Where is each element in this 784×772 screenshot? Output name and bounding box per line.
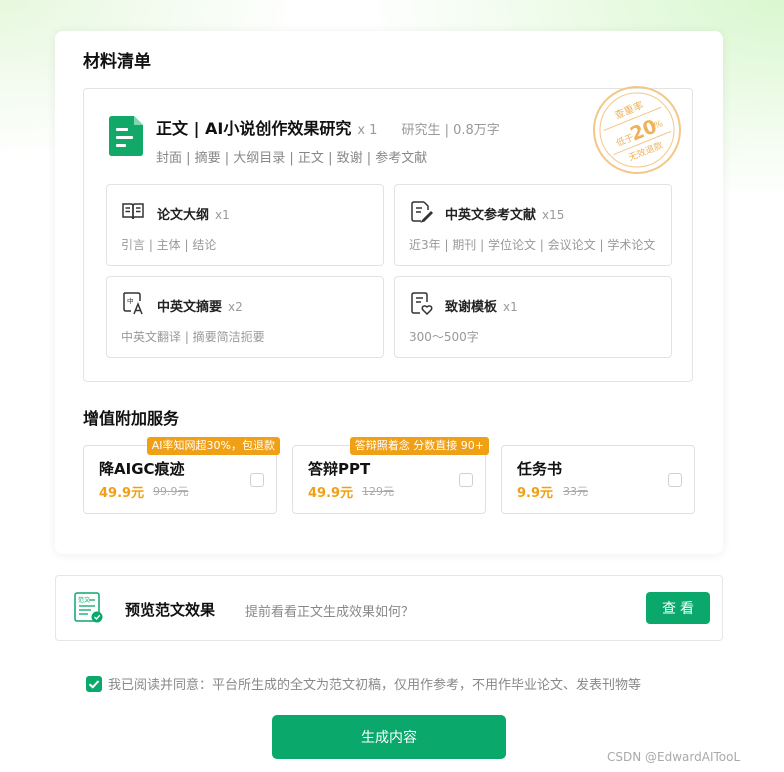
preview-title: 预览范文效果 [125,601,216,619]
addon-original-price: 99.9元 [153,485,189,498]
main-item-line: 正文 | AI小说创作效果研究 x 1 研究生 | 0.8万字 [156,115,500,139]
agreement-checkbox[interactable] [86,675,102,692]
material-card-count: x1 [215,208,230,222]
view-sample-button[interactable]: 查看 [646,592,710,624]
material-card-desc: 中英文翻译 | 摘要简洁扼要 [121,330,265,344]
preview-sample-bar: 范文 预览范文效果 提前看看正文生成效果如何？ 查看 [55,575,723,641]
preview-description: 提前看看正文生成效果如何？ [245,605,415,620]
material-card-desc: 引言 | 主体 | 结论 [121,238,217,252]
addon-badge: AI率知网超30%，包退款 [146,437,280,455]
agreement-text: 我已阅读并同意：平台所生成的全文为范文初稿，仅用作参考，不用作毕业论文、发表刊物… [108,678,642,693]
materials-title: 材料清单 [83,52,151,72]
agreement-row[interactable]: 我已阅读并同意：平台所生成的全文为范文初稿，仅用作参考，不用作毕业论文、发表刊物… [86,673,641,693]
addon-price: 9.9元 [517,486,554,501]
material-card-desc: 近3年 | 期刊 | 学位论文 | 会议论文 | 学术论文 [409,238,656,252]
material-card-desc: 300～500字 [409,330,479,344]
check-icon [88,679,100,689]
document-heart-icon [411,292,433,315]
document-icon [109,116,143,156]
document-edit-icon [411,201,433,223]
svg-text:中: 中 [127,296,134,305]
translate-icon: 中 [123,292,143,315]
material-card-name: 论文大纲 x1 [157,208,230,223]
addon-card-reduce-aigc[interactable]: AI率知网超30%，包退款 降AIGC痕迹 49.9元 99.9元 [83,437,280,514]
book-open-icon [122,203,144,220]
stamp-top-text: 查重率 [613,98,646,121]
material-card-name: 中英文参考文献 x15 [445,208,565,223]
material-card-name: 致谢模板 x1 [445,300,518,315]
material-card-acknowledgement: 致谢模板 x1 300～500字 [394,276,672,358]
addon-name: 降AIGC痕迹 [99,460,185,478]
sample-document-icon: 范文 [74,592,103,623]
plagiarism-guarantee-stamp: 查重率 低于 20 % 无效退款 [593,86,681,174]
main-item-count: x 1 [357,123,378,138]
addon-name: 答辩PPT [308,460,371,478]
material-card-count: x2 [228,300,243,314]
addon-checkbox[interactable] [250,473,264,487]
generate-content-button[interactable]: 生成内容 [272,715,506,759]
main-item-sections: 封面 | 摘要 | 大纲目录 | 正文 | 致谢 | 参考文献 [156,151,428,166]
addon-price: 49.9元 [99,486,145,501]
addon-card-task-book[interactable]: 任务书 9.9元 33元 [501,445,695,514]
materials-panel: 材料清单 正文 | AI小说创作效果研究 x 1 研究生 | 0.8万字 封面 | … [55,31,723,554]
addon-checkbox[interactable] [459,473,473,487]
watermark: CSDN @EdwardAITooL [607,750,741,764]
addons-title: 增值附加服务 [83,409,180,428]
addon-original-price: 33元 [563,485,588,498]
addon-checkbox[interactable] [668,473,682,487]
material-card-name: 中英文摘要 x2 [157,300,243,315]
materials-list-box: 正文 | AI小说创作效果研究 x 1 研究生 | 0.8万字 封面 | 摘要 | … [83,86,693,382]
addon-original-price: 129元 [362,485,394,498]
material-card-abstract: 中 中英文摘要 x2 中英文翻译 | 摘要简洁扼要 [106,276,384,358]
sample-icon-label: 范文 [78,596,90,604]
main-item-meta: 研究生 | 0.8万字 [401,123,500,138]
addon-name: 任务书 [517,460,563,478]
material-card-count: x15 [542,208,565,222]
material-card-outline: 论文大纲 x1 引言 | 主体 | 结论 [106,184,384,266]
addon-card-defense-ppt[interactable]: 答辩照着念 分数直接 90+ 答辩PPT 49.9元 129元 [292,437,489,514]
material-card-references: 中英文参考文献 x15 近3年 | 期刊 | 学位论文 | 会议论文 | 学术论文 [394,184,672,266]
addon-badge: 答辩照着念 分数直接 90+ [349,437,489,455]
material-card-count: x1 [503,300,518,314]
main-item-title: 正文 | AI小说创作效果研究 [156,119,352,138]
addon-price: 49.9元 [308,486,354,501]
